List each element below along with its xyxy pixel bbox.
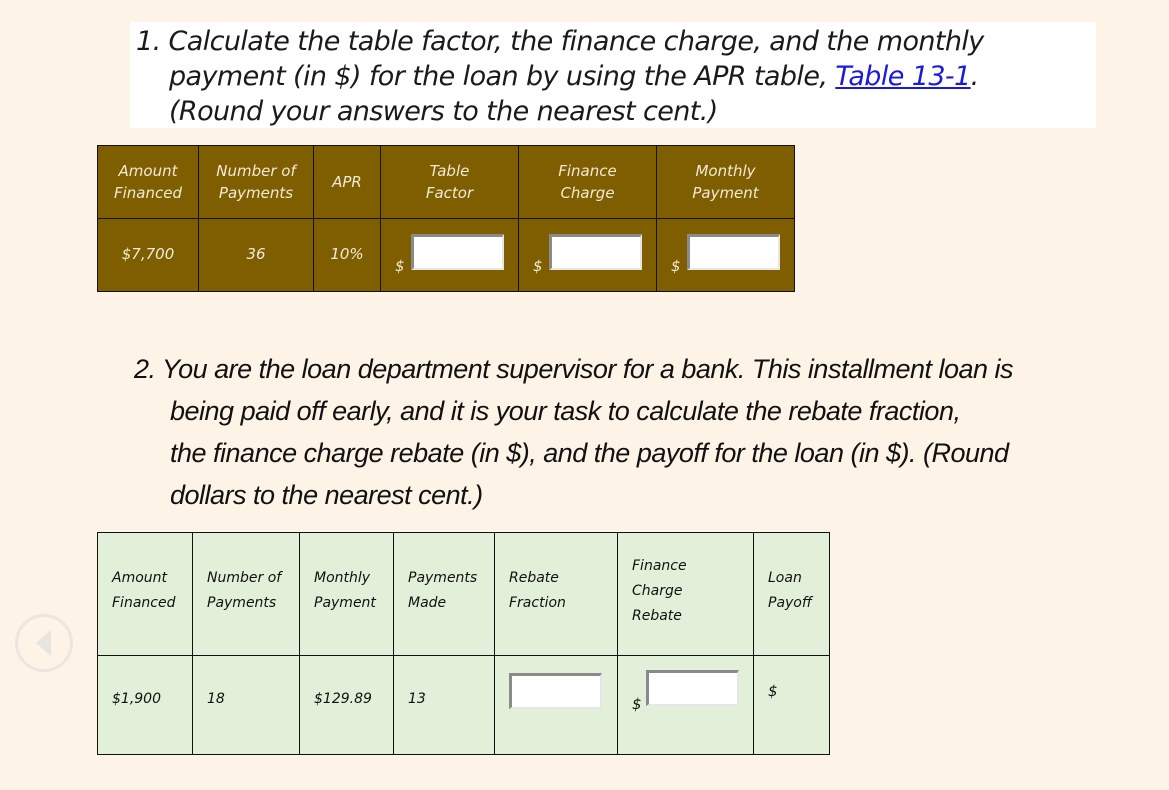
dollar-sign: $	[632, 695, 642, 713]
dollar-sign: $	[395, 257, 405, 275]
cell-table-factor: $	[380, 218, 519, 292]
header-text: Fraction	[509, 595, 566, 611]
dollar-sign: $	[768, 682, 778, 700]
header-text: Charge	[560, 184, 615, 202]
table-2-data-row: $1,900 18 $129.89 13 $ $	[97, 655, 830, 755]
header-text: Payments	[207, 595, 277, 611]
cell-rebate-fraction	[494, 655, 618, 755]
cell-monthly-payment: $	[656, 218, 795, 292]
header-amount-financed: Amount Financed	[97, 145, 199, 219]
question-2-line3: the finance charge rebate (in $), and th…	[170, 438, 1009, 468]
header-text: Rebate	[509, 570, 559, 586]
header-text: Payments	[408, 570, 478, 586]
header-text: Rebate	[632, 607, 682, 624]
cell-loan-payoff: $	[753, 655, 830, 755]
header-text: Charge	[632, 582, 683, 599]
question-2-line1: You are the loan department supervisor f…	[162, 354, 1014, 384]
header-text: Financed	[112, 595, 176, 611]
header-text: Table	[429, 162, 470, 180]
header-loan-payoff: Loan Payoff	[753, 532, 830, 656]
header-text: Monthly	[314, 570, 371, 586]
header-monthly-payment: Monthly Payment	[299, 532, 394, 656]
cell-amount-financed: $1,900	[97, 655, 193, 755]
header-text: Loan	[768, 570, 802, 586]
question-1-number: 1.	[136, 26, 161, 57]
cell-finance-charge: $	[518, 218, 657, 292]
header-number-of-payments: Number of Payments	[198, 145, 314, 219]
header-text: Payment	[692, 184, 759, 202]
header-text: Finance	[558, 162, 617, 180]
dollar-sign: $	[671, 257, 681, 275]
question-1-line3: (Round your answers to the nearest cent.…	[169, 96, 718, 127]
header-text: Amount	[118, 162, 178, 180]
cell-payments-made: 13	[393, 655, 495, 755]
header-text: Made	[408, 595, 447, 611]
question-2-number: 2.	[134, 354, 156, 384]
question-1-box: 1. Calculate the table factor, the finan…	[130, 22, 1096, 128]
cell-monthly-payment: $129.89	[299, 655, 394, 755]
header-finance-charge-rebate: Finance Charge Rebate	[617, 532, 754, 656]
cell-finance-charge-rebate: $	[617, 655, 754, 755]
question-1-line2: payment (in $) for the loan by using the…	[136, 59, 1086, 94]
question-2-line2: being paid off early, and it is your tas…	[170, 396, 961, 426]
header-apr: APR	[313, 145, 381, 219]
header-table-factor: Table Factor	[380, 145, 519, 219]
apr-loan-table: Amount Financed Number of Payments APR Tab…	[97, 145, 795, 292]
table-2-header-row: Amount Financed Number of Payments Monthly…	[97, 532, 830, 656]
header-text: Finance	[632, 557, 687, 574]
header-text: Factor	[425, 184, 474, 202]
cell-number-of-payments: 36	[198, 218, 314, 292]
header-text: Number of	[207, 570, 282, 586]
question-1-line1: Calculate the table factor, the finance …	[168, 26, 985, 57]
table-factor-input[interactable]	[411, 234, 504, 270]
header-finance-charge: Finance Charge	[518, 145, 657, 219]
header-number-of-payments: Number of Payments	[192, 532, 300, 656]
cell-number-of-payments: 18	[192, 655, 300, 755]
cell-amount-financed: $7,700	[97, 218, 199, 292]
header-amount-financed: Amount Financed	[97, 532, 193, 656]
monthly-payment-input[interactable]	[687, 234, 780, 270]
finance-charge-rebate-input[interactable]	[646, 670, 739, 706]
question-1-line2-suffix: .	[970, 61, 980, 92]
header-rebate-fraction: Rebate Fraction	[494, 532, 618, 656]
question-2-text: 2. You are the loan department superviso…	[134, 348, 1109, 516]
header-text: Payments	[218, 184, 294, 202]
header-text: Amount	[112, 570, 168, 586]
header-payments-made: Payments Made	[393, 532, 495, 656]
header-text: Monthly	[695, 162, 756, 180]
loan-payoff-table: Amount Financed Number of Payments Monthly…	[97, 532, 830, 755]
previous-arrow-icon	[36, 630, 51, 656]
header-text: Payment	[314, 595, 376, 611]
dollar-sign: $	[533, 257, 543, 275]
header-monthly-payment: Monthly Payment	[656, 145, 795, 219]
cell-apr: 10%	[313, 218, 381, 292]
question-1-line2-text: payment (in $) for the loan by using the…	[169, 61, 836, 92]
table-13-1-link[interactable]: Table 13-1	[835, 61, 971, 92]
header-text: Payoff	[768, 595, 812, 611]
finance-charge-input[interactable]	[549, 234, 642, 270]
header-text: APR	[332, 173, 362, 191]
header-text: Number of	[216, 162, 296, 180]
previous-button[interactable]	[15, 614, 73, 672]
question-2-line4: dollars to the nearest cent.)	[170, 480, 483, 510]
table-1-header-row: Amount Financed Number of Payments APR Tab…	[97, 145, 795, 219]
question-1-text: 1. Calculate the table factor, the finan…	[136, 24, 1086, 129]
table-1-data-row: $7,700 36 10% $ $ $	[97, 218, 795, 292]
header-text: Financed	[114, 184, 182, 202]
rebate-fraction-input[interactable]	[509, 673, 602, 709]
